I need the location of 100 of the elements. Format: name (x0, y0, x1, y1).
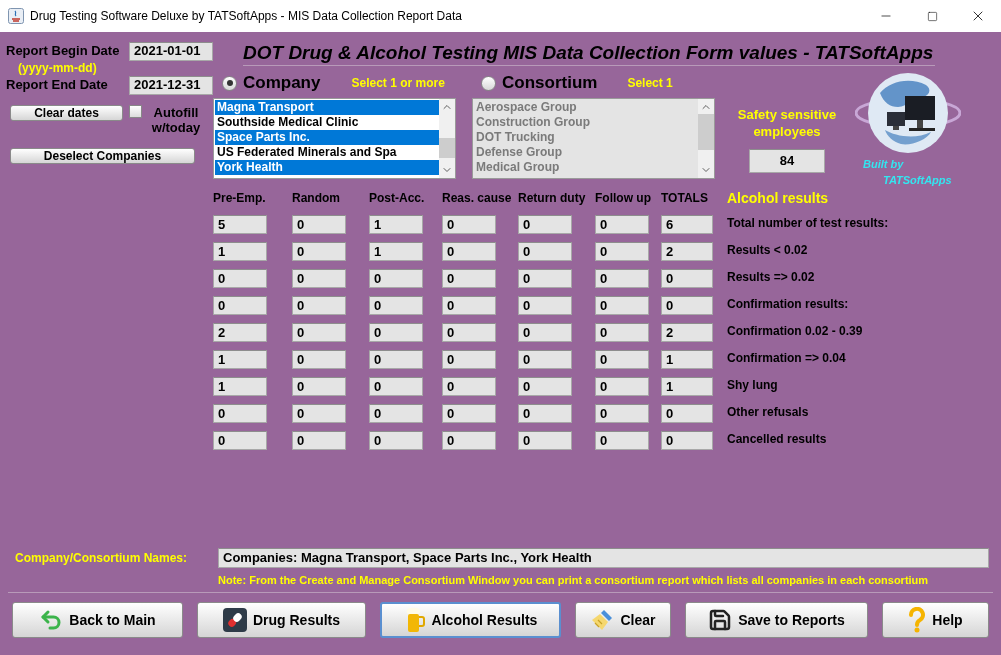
count-field[interactable]: 0 (292, 215, 346, 234)
count-field[interactable]: 0 (518, 296, 572, 315)
radio-label[interactable]: Consortium (502, 70, 598, 96)
count-field[interactable]: 0 (292, 269, 346, 288)
count-field[interactable]: 1 (369, 215, 423, 234)
count-field[interactable]: 0 (595, 404, 649, 423)
safety-label: Safety sensitive employees (736, 106, 838, 140)
checkbox[interactable] (129, 105, 142, 118)
brush-icon (590, 608, 615, 632)
count-field[interactable]: 1 (661, 350, 713, 369)
action-button[interactable]: Alcohol Results (380, 602, 561, 638)
note-text: Note: From the Create and Manage Consortium Window you can print a consortium report which lists all companies in each consortium (218, 572, 930, 588)
date-field[interactable]: 2021-12-31 (129, 75, 213, 95)
count-field[interactable]: 2 (213, 323, 267, 342)
list-item[interactable]: Magna Transport (215, 100, 439, 115)
column-header: Follow up (595, 190, 652, 207)
count-field[interactable]: 0 (661, 269, 713, 288)
row-label: Confirmation results: (727, 296, 850, 313)
count-field[interactable]: 0 (442, 431, 496, 450)
scrollbar[interactable] (698, 99, 714, 178)
list-item[interactable]: Space Parts Inc. (215, 130, 439, 145)
count-field[interactable]: 0 (518, 215, 572, 234)
count-field[interactable]: 0 (442, 404, 496, 423)
count-field[interactable]: 0 (213, 296, 267, 315)
count-field[interactable]: 0 (292, 404, 346, 423)
count-field[interactable]: 0 (369, 269, 423, 288)
selection-hint: Select 1 (627, 75, 673, 92)
count-field[interactable]: 0 (442, 215, 496, 234)
row-label: Confirmation 0.02 - 0.39 (727, 323, 864, 340)
count-field[interactable]: 0 (369, 323, 423, 342)
count-field[interactable]: 0 (292, 242, 346, 261)
pill-icon (222, 608, 247, 632)
count-field[interactable]: 0 (661, 404, 713, 423)
count-field[interactable]: 0 (595, 215, 649, 234)
count-field[interactable]: 0 (442, 269, 496, 288)
count-field[interactable]: 0 (442, 350, 496, 369)
clear-dates-button[interactable]: Clear dates (10, 105, 123, 121)
count-field[interactable]: 0 (661, 431, 713, 450)
action-button[interactable]: Clear (575, 602, 671, 638)
count-field[interactable]: 0 (213, 431, 267, 450)
action-button[interactable]: Drug Results (197, 602, 366, 638)
count-field[interactable]: 1 (369, 242, 423, 261)
count-field[interactable]: 0 (518, 242, 572, 261)
count-field[interactable]: 0 (595, 377, 649, 396)
count-field[interactable]: 0 (292, 350, 346, 369)
count-field[interactable]: 0 (213, 269, 267, 288)
count-field[interactable]: 1 (213, 350, 267, 369)
action-button[interactable]: Help (882, 602, 989, 638)
column-header: Post-Acc. (369, 190, 426, 207)
count-field[interactable]: 0 (442, 242, 496, 261)
count-field[interactable]: 0 (595, 431, 649, 450)
date-field[interactable]: 2021-01-01 (129, 41, 213, 61)
count-field[interactable]: 0 (595, 242, 649, 261)
count-field[interactable]: 0 (518, 404, 572, 423)
list-item[interactable]: York Health (215, 160, 439, 175)
list-item[interactable]: Southside Medical Clinic (215, 115, 439, 130)
format-hint: (yyyy-mm-dd) (18, 61, 98, 75)
radio-button[interactable] (222, 75, 237, 91)
maximize-icon[interactable] (926, 10, 938, 22)
count-field[interactable]: 0 (369, 296, 423, 315)
count-field[interactable]: 0 (292, 377, 346, 396)
count-field[interactable]: 0 (518, 377, 572, 396)
count-field[interactable]: 0 (442, 323, 496, 342)
radio-button[interactable] (481, 75, 496, 91)
count-field[interactable]: 0 (442, 377, 496, 396)
count-field[interactable]: 0 (213, 404, 267, 423)
count-field[interactable]: 6 (661, 215, 713, 234)
count-field[interactable]: 1 (661, 377, 713, 396)
count-field[interactable]: 0 (292, 323, 346, 342)
count-field[interactable]: 5 (213, 215, 267, 234)
names-label: Company/Consortium Names: (15, 549, 189, 567)
action-button[interactable]: Save to Reports (685, 602, 868, 638)
count-field[interactable]: 0 (442, 296, 496, 315)
count-field[interactable]: 1 (213, 377, 267, 396)
radio-label[interactable]: Company (243, 70, 321, 96)
count-field[interactable]: 0 (518, 269, 572, 288)
count-field[interactable]: 2 (661, 242, 713, 261)
employee-count-field[interactable]: 84 (749, 149, 825, 173)
count-field[interactable]: 0 (518, 431, 572, 450)
count-field[interactable]: 0 (595, 350, 649, 369)
action-button[interactable]: Back to Main (12, 602, 183, 638)
count-field[interactable]: 0 (518, 350, 572, 369)
count-field[interactable]: 0 (369, 377, 423, 396)
count-field[interactable]: 0 (595, 323, 649, 342)
count-field[interactable]: 0 (369, 404, 423, 423)
count-field[interactable]: 0 (595, 269, 649, 288)
count-field[interactable]: 0 (595, 296, 649, 315)
deselect-companies-button[interactable]: Deselect Companies (10, 148, 195, 164)
count-field[interactable]: 0 (369, 350, 423, 369)
count-field[interactable]: 0 (518, 323, 572, 342)
scrollbar[interactable] (439, 99, 455, 178)
count-field[interactable]: 0 (369, 431, 423, 450)
count-field[interactable]: 0 (292, 431, 346, 450)
list-item[interactable]: US Federated Minerals and Spa (215, 145, 439, 160)
count-field[interactable]: 0 (661, 296, 713, 315)
count-field[interactable]: 1 (213, 242, 267, 261)
row-label: Confirmation => 0.04 (727, 350, 847, 367)
company-names-field[interactable]: Companies: Magna Transport, Space Parts Inc., York Health (218, 547, 989, 568)
count-field[interactable]: 2 (661, 323, 713, 342)
count-field[interactable]: 0 (292, 296, 346, 315)
